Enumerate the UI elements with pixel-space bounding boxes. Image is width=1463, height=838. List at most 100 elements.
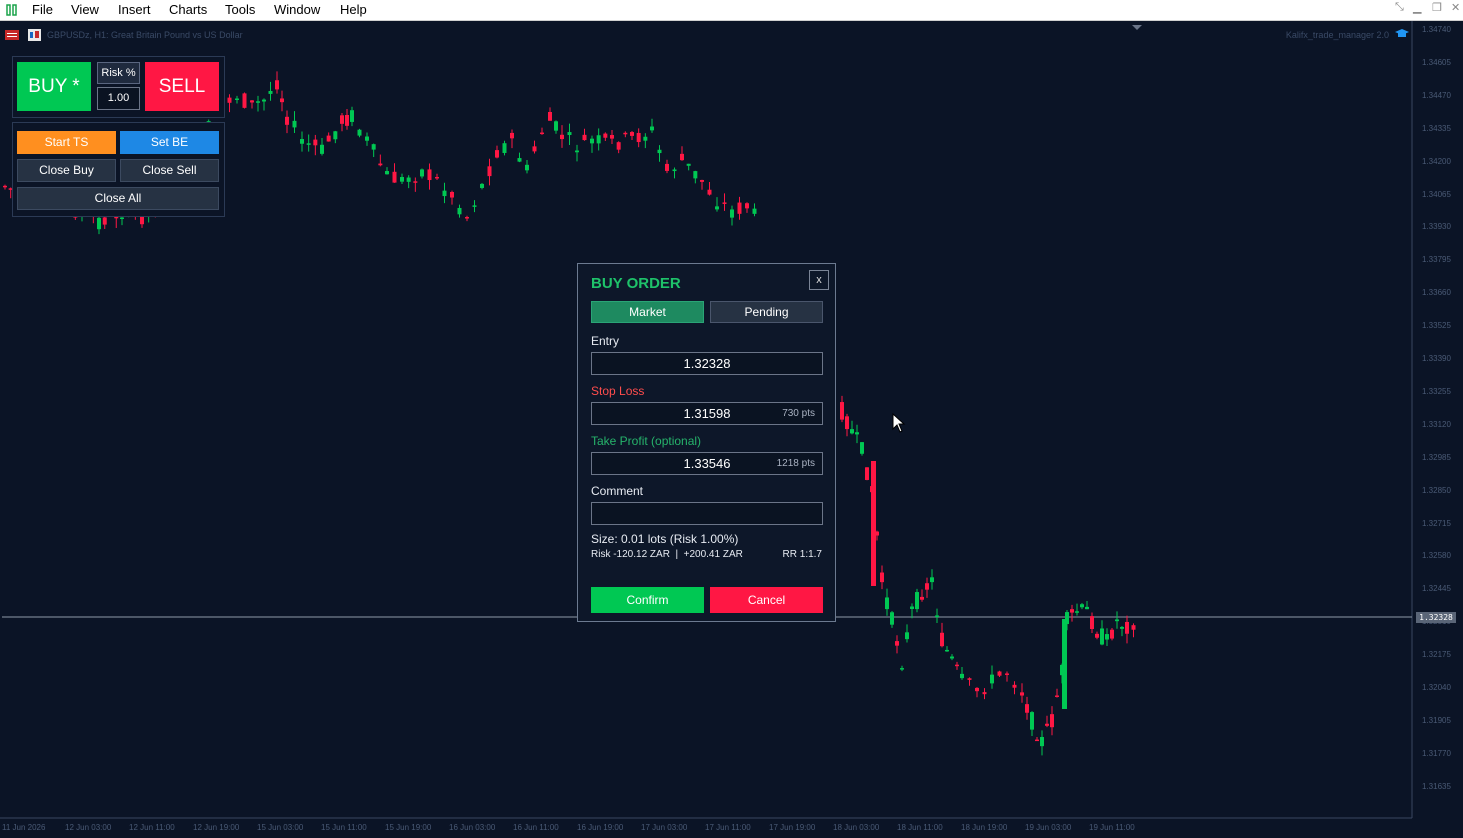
candle-body — [1070, 609, 1074, 613]
time-axis-label: 12 Jun 03:00 — [65, 823, 112, 832]
candle-body — [1030, 712, 1034, 730]
candle-body — [285, 116, 289, 125]
menu-file[interactable]: File — [32, 2, 53, 18]
stop-loss-label: Stop Loss — [591, 384, 645, 398]
comment-label: Comment — [591, 484, 644, 498]
candle-body — [457, 207, 462, 215]
candle-body — [235, 98, 239, 101]
candle-body — [945, 649, 949, 652]
candle-body — [502, 143, 507, 153]
candle-body — [1035, 739, 1039, 742]
set-breakeven-button[interactable]: Set BE — [120, 131, 219, 154]
time-axis-label: 18 Jun 11:00 — [897, 823, 943, 832]
menu-charts[interactable]: Charts — [169, 2, 207, 18]
dialog-close-button[interactable]: x — [809, 270, 829, 290]
candle-body — [1131, 625, 1136, 630]
menu-tools[interactable]: Tools — [225, 2, 255, 18]
expert-advisor-label: Kalifx_trade_manager 2.0 — [1285, 30, 1389, 40]
candle-body — [1125, 621, 1129, 634]
take-profit-field[interactable]: 1.33546 1218 pts — [591, 452, 823, 475]
candle-body — [657, 149, 662, 154]
candle-body — [333, 131, 338, 140]
price-axis-label: 1.32175 — [1422, 650, 1451, 660]
candle-body — [582, 134, 587, 141]
close-all-button[interactable]: Close All — [17, 187, 219, 210]
candle-body — [345, 114, 349, 126]
dialog-title: BUY ORDER — [591, 275, 681, 292]
price-axis-label: 1.34470 — [1422, 90, 1451, 100]
candle-body — [890, 612, 894, 625]
start-trailing-stop-button[interactable]: Start TS — [17, 131, 116, 154]
price-axis-label: 1.34200 — [1422, 156, 1451, 166]
price-axis-label: 1.32985 — [1422, 452, 1451, 462]
candle-body — [950, 656, 954, 659]
tab-market[interactable]: Market — [591, 301, 704, 323]
candle-body — [643, 136, 648, 141]
restore-icon[interactable]: ❐ — [1432, 1, 1442, 14]
trade-panel: BUY * Risk % 1.00 SELL — [12, 56, 225, 118]
chart-shift-marker-icon — [1132, 25, 1142, 30]
stop-loss-field[interactable]: 1.31598 730 pts — [591, 402, 823, 425]
candle-body — [715, 206, 719, 210]
tab-pending[interactable]: Pending — [710, 301, 823, 323]
close-window-icon[interactable]: ✕ — [1451, 1, 1460, 14]
comment-input[interactable] — [591, 502, 823, 525]
risk-percent-input[interactable]: 1.00 — [97, 87, 140, 110]
candle-body — [442, 190, 447, 197]
candle-body — [885, 597, 889, 610]
time-axis-label: 19 Jun 11:00 — [1089, 823, 1135, 832]
close-buy-button[interactable]: Close Buy — [17, 159, 116, 182]
ea-robot-icon — [28, 29, 41, 41]
candle-body — [840, 402, 844, 420]
candle-body — [737, 202, 742, 214]
candle-body — [320, 144, 324, 154]
candle-body — [880, 572, 884, 583]
price-axis-label: 1.31905 — [1422, 715, 1451, 725]
buy-order-dialog: BUY ORDER x Market Pending Entry 1.32328… — [577, 263, 836, 622]
candle-body — [960, 673, 964, 679]
candle-body — [250, 100, 254, 103]
price-axis-label: 1.33525 — [1422, 321, 1451, 331]
menu-help[interactable]: Help — [340, 2, 367, 18]
entry-field[interactable]: 1.32328 — [591, 352, 823, 375]
sell-button[interactable]: SELL — [145, 62, 219, 111]
price-axis-label: 1.33660 — [1422, 288, 1451, 298]
candle-body — [686, 163, 691, 166]
pin-icon[interactable]: ⤡ — [1395, 1, 1404, 14]
candle-body — [97, 217, 101, 230]
buy-button[interactable]: BUY * — [17, 62, 91, 111]
candle-body — [340, 115, 344, 124]
menu-window[interactable]: Window — [274, 2, 320, 18]
candle-body — [510, 132, 514, 139]
candle-body — [665, 163, 669, 171]
candle-body — [472, 205, 477, 207]
candle-body — [1050, 714, 1054, 728]
time-axis-label: 17 Jun 03:00 — [641, 823, 688, 832]
candle-body — [326, 135, 331, 142]
candle-body — [630, 132, 634, 136]
trade-management-panel: Start TS Set BE Close Buy Close Sell Clo… — [12, 122, 225, 217]
candle-body — [525, 164, 529, 171]
entry-value: 1.32328 — [683, 356, 731, 371]
candle-body — [752, 208, 757, 214]
menu-view[interactable]: View — [71, 2, 99, 18]
menu-insert[interactable]: Insert — [118, 2, 151, 18]
close-sell-button[interactable]: Close Sell — [120, 159, 219, 182]
minimize-icon[interactable]: ▁ — [1413, 1, 1421, 14]
price-axis-label: 1.34335 — [1422, 123, 1451, 133]
confirm-button[interactable]: Confirm — [591, 587, 704, 613]
candle-body — [548, 112, 552, 121]
price-axis-label: 1.32715 — [1422, 518, 1451, 528]
stop-loss-points: 730 pts — [782, 408, 815, 419]
chart-table-icon — [5, 30, 19, 40]
cancel-button[interactable]: Cancel — [710, 587, 823, 613]
candle-body — [1110, 629, 1114, 639]
candle-body — [540, 132, 544, 135]
candle-body — [860, 442, 864, 454]
mouse-cursor-icon — [892, 413, 906, 433]
price-axis-label: 1.31635 — [1422, 781, 1451, 791]
price-chart[interactable]: GBPUSDz, H1: Great Britain Pound vs US D… — [0, 21, 1463, 838]
candle-body — [1005, 673, 1009, 675]
candle-body — [850, 429, 854, 434]
time-axis-label: 15 Jun 19:00 — [385, 823, 432, 832]
